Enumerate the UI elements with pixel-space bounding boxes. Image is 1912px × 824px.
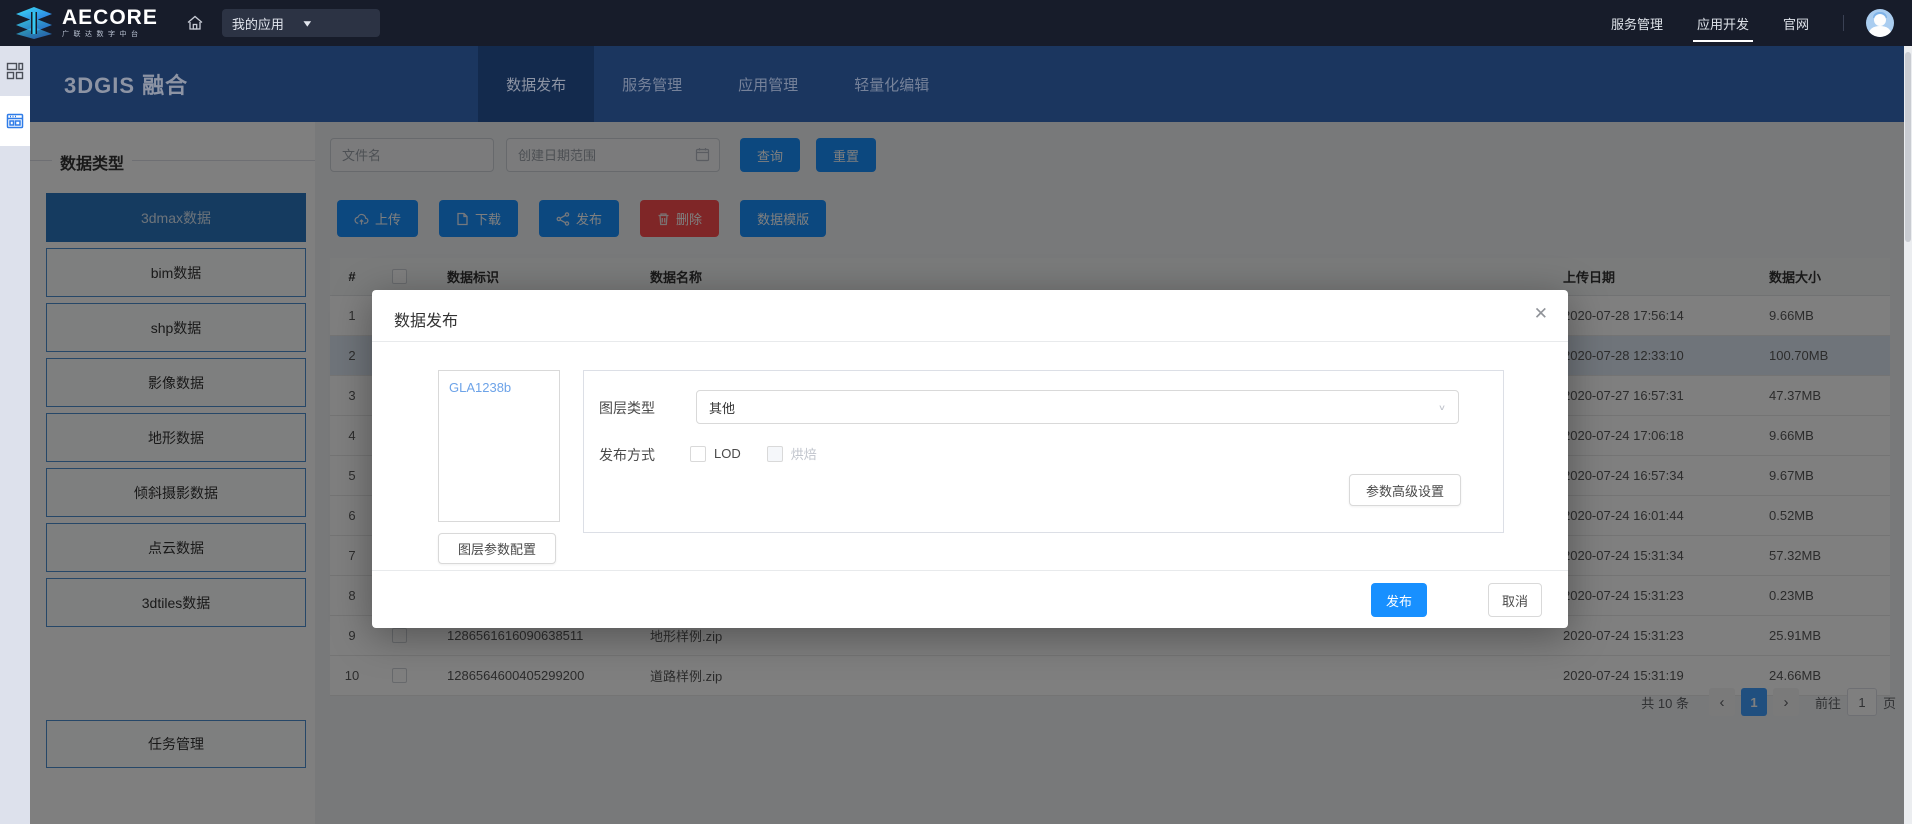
app-window-icon[interactable] [0,96,30,146]
close-icon[interactable]: ✕ [1534,304,1548,324]
left-icon-strip [0,46,30,824]
scrollbar-thumb[interactable] [1905,52,1911,242]
brand-subtitle: 广联达数字中台 [62,29,158,39]
topbar-link[interactable]: 应用开发 [1697,0,1749,46]
app-select-dropdown[interactable]: 我的应用 ▼ [222,9,380,37]
brand-name: AECORE [62,8,158,28]
layer-type-value: 其他 [709,398,1438,417]
home-icon[interactable] [186,14,204,32]
bake-label: 烘焙 [791,444,817,463]
app-nav-bar: 3DGIS 融合 数据发布 服务管理 应用管理 轻量化编辑 [30,46,1912,122]
data-publish-modal: 数据发布 ✕ GLA1238b 图层参数配置 图层类型 其他 ∨ 发布方式 LO… [372,290,1568,628]
nav-tab[interactable]: 轻量化编辑 [826,46,957,122]
page-scrollbar[interactable] [1904,46,1912,824]
nav-tab[interactable]: 应用管理 [710,46,826,122]
chevron-down-icon: ∨ [1438,402,1446,411]
nav-tab[interactable]: 服务管理 [594,46,710,122]
user-avatar[interactable] [1866,9,1894,37]
layer-type-label: 图层类型 [599,398,655,418]
app-select-value: 我的应用 [232,14,301,33]
nav-tabs: 数据发布 服务管理 应用管理 轻量化编辑 [478,46,957,122]
bake-checkbox[interactable] [767,446,783,462]
modal-header: 数据发布 ✕ [372,290,1568,342]
modal-title: 数据发布 [394,307,458,331]
nav-tab[interactable]: 数据发布 [478,46,594,122]
topbar-divider [1843,15,1844,31]
selected-item-link[interactable]: GLA1238b [449,380,549,395]
app-title: 3DGIS 融合 [64,68,188,100]
top-bar: AECORE 广联达数字中台 我的应用 ▼ 服务管理 应用开发 官网 [0,0,1912,46]
brand-text: AECORE 广联达数字中台 [62,8,158,39]
topbar-links: 服务管理 应用开发 官网 [1611,0,1912,46]
modal-footer: 发布 取消 [372,570,1568,628]
modal-cancel-button[interactable]: 取消 [1488,583,1542,617]
publish-mode-label: 发布方式 [599,445,655,465]
dashboard-icon[interactable] [0,46,30,96]
topbar-link[interactable]: 官网 [1783,0,1809,46]
layer-type-select[interactable]: 其他 ∨ [696,390,1459,424]
modal-publish-button[interactable]: 发布 [1371,583,1427,617]
lod-checkbox[interactable] [690,446,706,462]
layer-config-button[interactable]: 图层参数配置 [438,533,556,564]
lod-label: LOD [714,446,741,461]
publish-settings-panel: 图层类型 其他 ∨ 发布方式 LOD 烘焙 参数高级设置 [583,370,1504,533]
aecore-logo-icon [14,6,54,40]
publish-mode-options: LOD 烘焙 [690,444,817,463]
selected-items-box: GLA1238b [438,370,560,522]
advanced-settings-button[interactable]: 参数高级设置 [1349,474,1461,506]
brand-logo: AECORE 广联达数字中台 [14,6,158,40]
topbar-link[interactable]: 服务管理 [1611,0,1663,46]
chevron-down-icon: ▼ [301,18,370,29]
